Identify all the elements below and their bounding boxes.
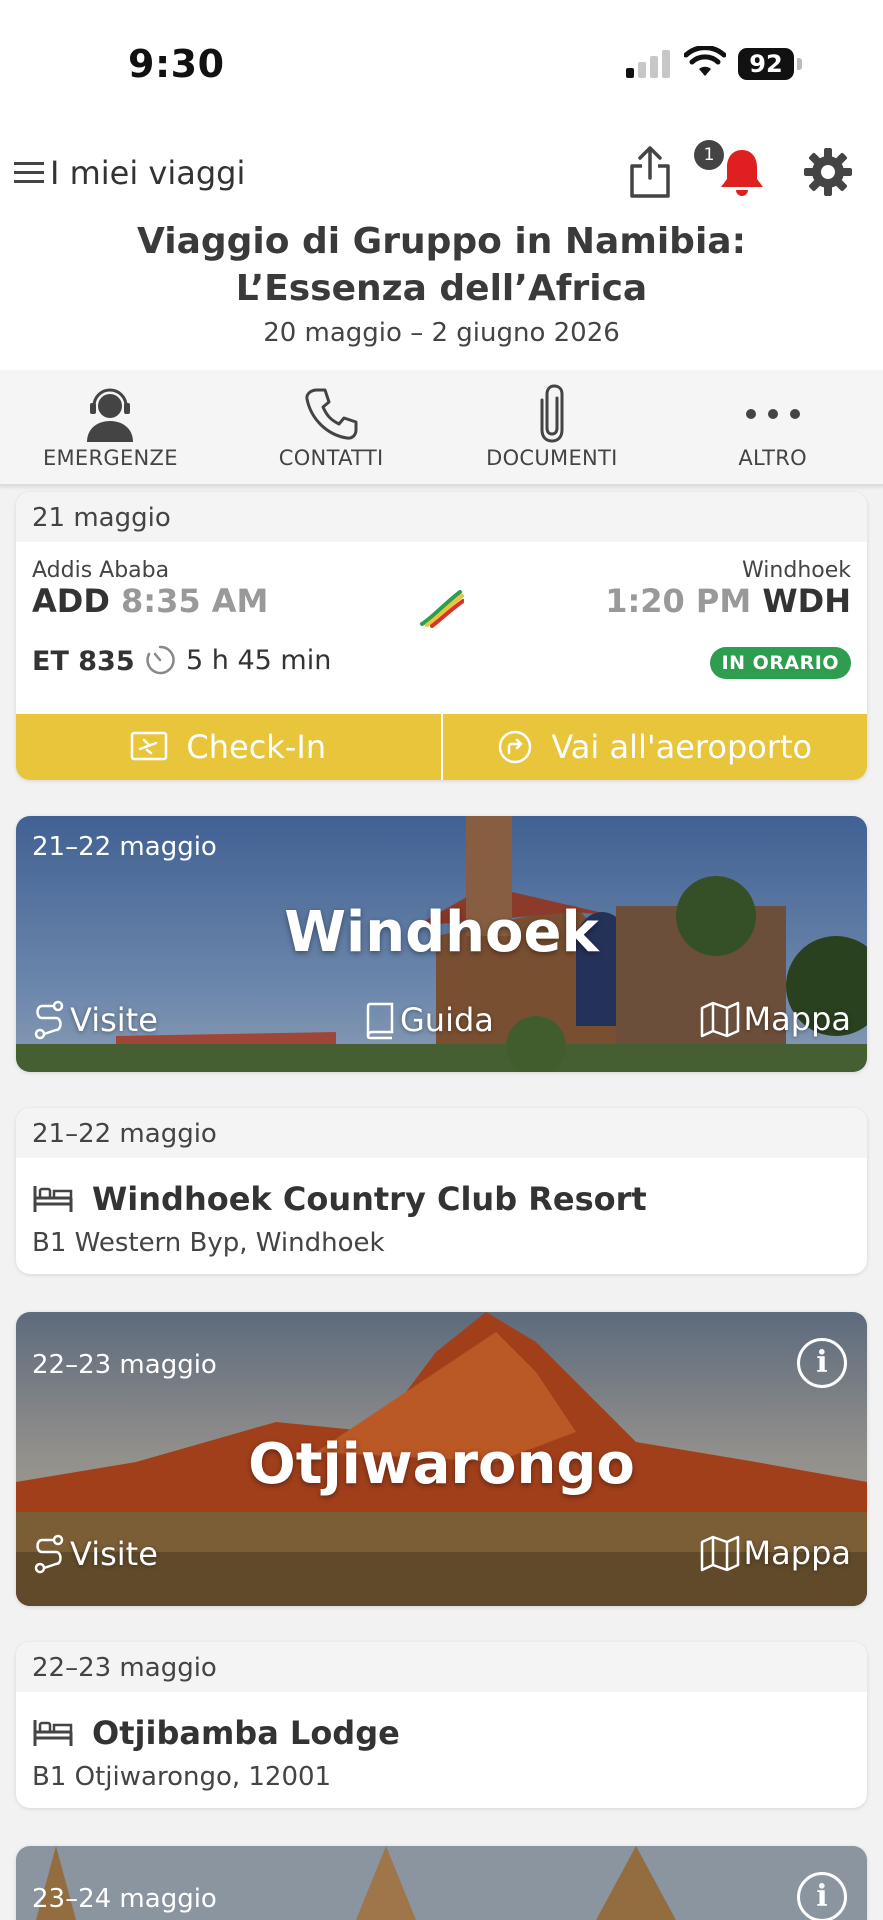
hotel-card-2[interactable]: 22–23 maggio Otjibamba Lodge B1 Otjiwaro… (16, 1642, 867, 1808)
arrival-info: 1:20 PM WDH (605, 582, 851, 620)
trip-dates: 20 maggio – 2 giugno 2026 (263, 318, 620, 348)
phone-icon (305, 388, 358, 440)
notification-count-badge: 1 (694, 140, 724, 170)
hamburger-menu-icon (14, 162, 44, 183)
quick-actions-toolbar: EMERGENZE CONTATTI DOCUMENTI ALTRO (0, 370, 883, 486)
next-city-dates: 23–24 maggio (32, 1884, 217, 1914)
arrival-code: WDH (762, 582, 851, 620)
gear-icon (804, 148, 852, 196)
hotel-1-name-row: Windhoek Country Club Resort (32, 1180, 647, 1218)
departure-time: 8:35 AM (121, 582, 269, 620)
hotel-1-dates: 21–22 maggio (16, 1108, 867, 1158)
book-icon (366, 1002, 394, 1040)
hotel-2-name: Otjibamba Lodge (92, 1714, 400, 1752)
route-icon (34, 1000, 64, 1040)
go-to-airport-label: Vai all'aeroporto (551, 728, 813, 766)
city-card-next[interactable]: 23–24 maggio i (16, 1846, 867, 1920)
share-icon (630, 146, 670, 198)
hotel-2-name-row: Otjibamba Lodge (32, 1714, 400, 1752)
arrival-time: 1:20 PM (605, 582, 752, 620)
flight-duration-text: 5 h 45 min (186, 644, 332, 676)
cellular-signal-icon (626, 50, 672, 78)
otjiwarongo-visits-label: Visite (70, 1535, 158, 1573)
documents-label: DOCUMENTI (486, 446, 618, 470)
windhoek-dates: 21–22 maggio (32, 832, 217, 862)
flight-number: ET 835 (32, 646, 135, 677)
contacts-label: CONTATTI (278, 446, 384, 470)
info-icon: i (816, 1345, 828, 1380)
settings-button[interactable] (798, 138, 858, 206)
directions-arrow-icon (499, 730, 532, 764)
windhoek-guide-link[interactable]: Guida (364, 1000, 494, 1040)
route-icon (34, 1534, 64, 1574)
otjiwarongo-map-link[interactable]: Mappa (700, 1534, 851, 1572)
hotel-2-address: B1 Otjiwarongo, 12001 (32, 1762, 332, 1792)
status-bar: 9:30 92 (0, 0, 883, 120)
hotel-1-address: B1 Western Byp, Windhoek (32, 1228, 385, 1258)
windhoek-guide-label: Guida (400, 1001, 494, 1039)
city-card-otjiwarongo[interactable]: 22–23 maggio i Otjiwarongo Visite Mappa (16, 1312, 867, 1606)
check-in-label: Check-In (186, 728, 327, 766)
next-city-info-button[interactable]: i (797, 1872, 847, 1920)
otjiwarongo-info-button[interactable]: i (797, 1338, 847, 1388)
flight-date: 21 maggio (16, 492, 867, 542)
windhoek-map-label: Mappa (743, 1000, 851, 1038)
departure-code: ADD (32, 582, 110, 620)
headset-agent-icon (87, 388, 134, 442)
otjiwarongo-visits-link[interactable]: Visite (32, 1534, 158, 1574)
paperclip-icon (540, 384, 564, 443)
flight-duration: 5 h 45 min (144, 644, 331, 676)
otjiwarongo-dates: 22–23 maggio (32, 1350, 217, 1380)
hotel-card-1[interactable]: 21–22 maggio Windhoek Country Club Resor… (16, 1108, 867, 1274)
status-time: 9:30 (128, 42, 225, 86)
more-label: ALTRO (738, 446, 807, 470)
my-trips-label: I miei viaggi (50, 154, 246, 192)
check-in-button[interactable]: Check-In (16, 714, 441, 780)
more-tab[interactable]: ALTRO (662, 370, 883, 484)
trip-title: Viaggio di Gruppo in Namibia: L’Essenza … (137, 221, 746, 309)
bell-icon (721, 150, 763, 196)
emergency-label: EMERGENZE (42, 446, 178, 470)
departure-city: Addis Ababa (32, 558, 170, 583)
departure-info: ADD 8:35 AM (32, 582, 268, 620)
documents-tab[interactable]: DOCUMENTI (442, 370, 663, 484)
windhoek-map-link[interactable]: Mappa (700, 1000, 851, 1038)
hotel-1-name: Windhoek Country Club Resort (92, 1180, 647, 1218)
battery-cap (797, 58, 802, 70)
map-icon (700, 1001, 739, 1038)
emergency-tab[interactable]: EMERGENZE (0, 370, 221, 484)
app-header: I miei viaggi 1 Viaggio di Gruppo in Nam… (0, 120, 883, 370)
more-dots-icon (745, 409, 800, 419)
wifi-icon (684, 46, 726, 76)
city-card-windhoek[interactable]: 21–22 maggio Windhoek Visite Guida Mappa (16, 816, 867, 1072)
contacts-tab[interactable]: CONTATTI (221, 370, 442, 484)
timer-icon (146, 645, 175, 675)
my-trips-menu-button[interactable]: I miei viaggi (14, 148, 245, 198)
flight-status-badge: IN ORARIO (709, 647, 851, 679)
bed-icon (33, 1720, 73, 1746)
bed-icon (33, 1186, 73, 1212)
windhoek-visits-link[interactable]: Visite (32, 1000, 158, 1040)
hotel-2-dates: 22–23 maggio (16, 1642, 867, 1692)
map-icon (700, 1535, 739, 1572)
go-to-airport-button[interactable]: Vai all'aeroporto (440, 714, 868, 780)
windhoek-visits-label: Visite (70, 1001, 158, 1039)
windhoek-title: Windhoek (284, 900, 599, 965)
flight-card[interactable]: 21 maggio Addis Ababa Windhoek ADD 8:35 … (16, 492, 867, 780)
info-icon: i (816, 1879, 828, 1914)
airline-logo-icon (420, 590, 464, 628)
flight-actions: Check-In Vai all'aeroporto (16, 714, 867, 780)
arrival-city: Windhoek (742, 558, 851, 583)
otjiwarongo-map-label: Mappa (743, 1534, 851, 1572)
otjiwarongo-title: Otjiwarongo (248, 1432, 635, 1497)
battery-indicator: 92 (738, 48, 794, 80)
boarding-pass-icon (131, 731, 168, 761)
share-button[interactable] (620, 138, 680, 206)
